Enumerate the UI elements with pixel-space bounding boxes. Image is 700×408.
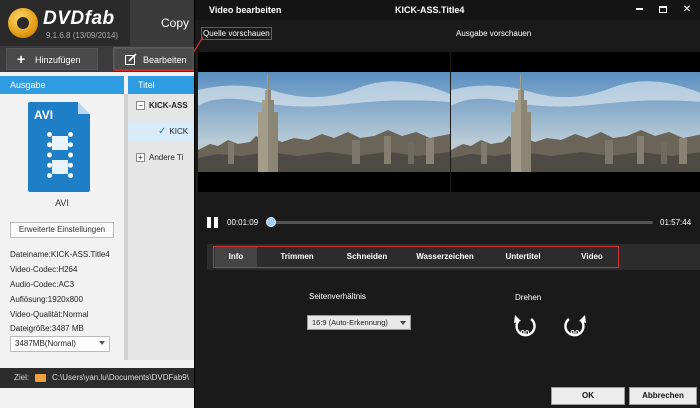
- dvdfab-logo-icon: [8, 8, 38, 38]
- city-skyline-image: [198, 72, 450, 172]
- info-file-size: Dateigröße:3487 MB: [10, 324, 84, 333]
- chevron-down-icon: [400, 321, 406, 325]
- current-time: 00:01:09: [227, 218, 259, 227]
- format-caption: AVI: [55, 198, 69, 208]
- add-button[interactable]: + Hinzufügen: [6, 48, 98, 70]
- close-icon[interactable]: ✕: [679, 2, 695, 18]
- title-tree: − KICK-ASS ✓ KICK + Andere Ti: [124, 94, 200, 360]
- cancel-button[interactable]: Abbrechen: [629, 387, 697, 405]
- tree-item-other[interactable]: + Andere Ti: [128, 148, 200, 168]
- tree-item-label: Andere Ti: [149, 153, 184, 162]
- rotate-label: Drehen: [515, 293, 542, 302]
- folder-icon[interactable]: [35, 374, 46, 382]
- aspect-ratio-value: 16:9 (Auto-Erkennung): [312, 318, 388, 327]
- dialog-file-title: KICK-ASS.Title4: [395, 5, 465, 15]
- edit-button[interactable]: Bearbeiten: [113, 47, 195, 71]
- edit-video-dialog: Video bearbeiten KICK-ASS.Title4 ✕ Quell…: [193, 0, 700, 408]
- add-button-label: Hinzufügen: [35, 55, 81, 65]
- size-select[interactable]: 3487MB(Normal): [10, 336, 110, 352]
- output-panel: AVI AVI Erweiterte Einstellungen Dateina…: [0, 94, 124, 360]
- info-audio-codec: Audio-Codec:AC3: [10, 280, 75, 289]
- plus-icon: +: [17, 51, 26, 67]
- rotate-left-value: 90: [521, 329, 530, 338]
- chevron-down-icon: [99, 341, 105, 345]
- dialog-title: Video bearbeiten: [209, 5, 282, 15]
- info-video-codec: Video-Codec:H264: [10, 265, 78, 274]
- checkbox-checked-icon[interactable]: ✓: [158, 126, 166, 137]
- avi-badge-text: AVI: [34, 108, 54, 122]
- destination-path[interactable]: C:\Users\yan.lu\Documents\DVDFab9\: [52, 368, 189, 388]
- maximize-icon[interactable]: [655, 2, 671, 18]
- pause-icon[interactable]: [207, 217, 218, 228]
- minimize-icon[interactable]: [631, 2, 647, 18]
- app-version: 9.1.6.8 (13/09/2014): [46, 31, 119, 40]
- playback-controls: 00:01:09 01:57:44: [195, 212, 700, 232]
- size-select-value: 3487MB(Normal): [15, 339, 76, 348]
- output-preview[interactable]: [451, 52, 700, 192]
- column-output: Ausgabe: [0, 76, 124, 94]
- column-title: Titel: [128, 76, 198, 94]
- rotate-left-icon[interactable]: 90: [511, 312, 539, 340]
- edit-tabs: Info Trimmen Schneiden Wasserzeichen Unt…: [207, 244, 700, 270]
- city-skyline-image: [451, 72, 700, 172]
- avi-file-icon: AVI: [28, 102, 90, 192]
- tab-trim[interactable]: Trimmen: [269, 247, 325, 267]
- ok-button[interactable]: OK: [551, 387, 625, 405]
- source-preview[interactable]: [198, 52, 450, 192]
- tab-watermark[interactable]: Wasserzeichen: [405, 247, 485, 267]
- rotate-right-icon[interactable]: 90: [561, 312, 589, 340]
- source-preview-label: Quelle vorschauen: [201, 27, 272, 40]
- output-preview-label: Ausgabe vorschauen: [456, 29, 532, 38]
- app-logo-text: DVDfab: [43, 8, 115, 29]
- info-resolution: Auflösung:1920x800: [10, 295, 83, 304]
- tree-item-main[interactable]: − KICK-ASS: [128, 96, 200, 116]
- seek-handle[interactable]: [265, 217, 276, 227]
- total-time: 01:57:44: [660, 218, 692, 227]
- aspect-ratio-label: Seitenverhältnis: [309, 292, 366, 301]
- tab-info[interactable]: Info: [215, 247, 257, 267]
- rotate-right-value: 90: [571, 329, 580, 338]
- destination-label: Ziel:: [14, 373, 30, 382]
- info-video-quality: Video-Qualität:Normal: [10, 310, 89, 319]
- tree-item-label: KICK: [169, 127, 189, 136]
- tab-video[interactable]: Video: [569, 247, 615, 267]
- tab-subtitle[interactable]: Untertitel: [495, 247, 551, 267]
- collapse-icon[interactable]: −: [136, 101, 145, 111]
- advanced-settings-button[interactable]: Erweiterte Einstellungen: [10, 222, 114, 238]
- film-strip-icon: [47, 132, 73, 178]
- edit-button-label: Bearbeiten: [143, 55, 187, 65]
- tree-item-title[interactable]: ✓ KICK: [128, 122, 200, 142]
- dialog-footer: OK Abbrechen: [195, 384, 700, 408]
- tree-item-label: KICK-ASS: [149, 101, 188, 110]
- dialog-titlebar: Video bearbeiten KICK-ASS.Title4 ✕: [195, 0, 700, 20]
- tab-cut[interactable]: Schneiden: [337, 247, 397, 267]
- aspect-ratio-select[interactable]: 16:9 (Auto-Erkennung): [307, 315, 411, 330]
- expand-icon[interactable]: +: [136, 153, 145, 163]
- edit-icon: [125, 53, 138, 66]
- info-filename: Dateiname:KICK-ASS.Title4: [10, 250, 110, 259]
- seek-bar[interactable]: [265, 217, 653, 227]
